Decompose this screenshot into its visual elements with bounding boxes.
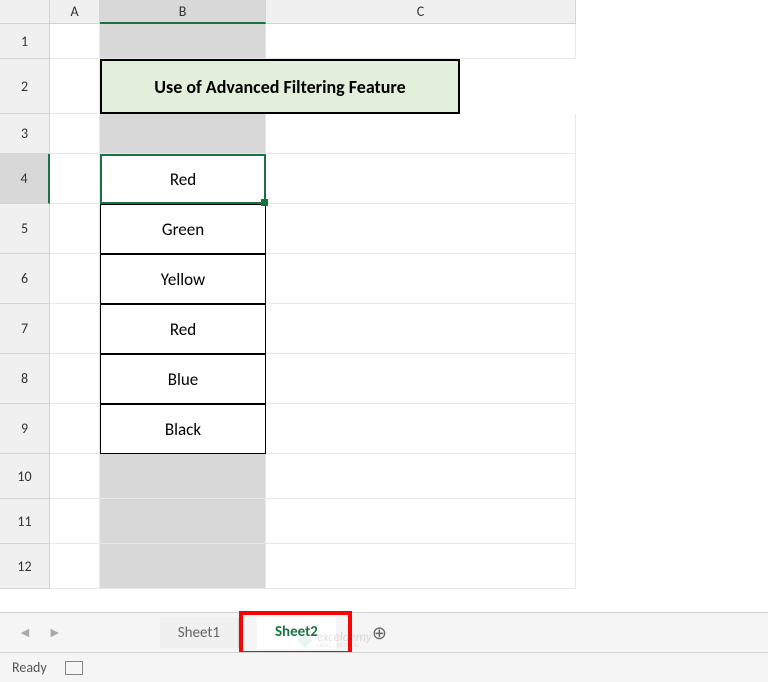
grid: Use of Advanced Filtering Feature Red Gr… <box>50 24 576 589</box>
sheet-tab-1[interactable]: Sheet1 <box>160 618 239 648</box>
cell-a7[interactable] <box>50 304 100 354</box>
row-header-8[interactable]: 8 <box>0 354 50 404</box>
cell-a8[interactable] <box>50 354 100 404</box>
cell-c10[interactable] <box>266 454 576 499</box>
cell-a9[interactable] <box>50 404 100 454</box>
fill-handle[interactable] <box>261 199 268 206</box>
column-headers: A B C <box>50 0 576 24</box>
cell-b9[interactable]: Black <box>100 404 266 454</box>
row-header-10[interactable]: 10 <box>0 454 50 499</box>
status-ready: Ready <box>12 659 47 676</box>
row-header-5[interactable]: 5 <box>0 204 50 254</box>
cell-b11[interactable] <box>100 499 266 544</box>
col-header-b[interactable]: B <box>100 0 266 24</box>
cell-value: Red <box>170 169 196 190</box>
cell-b12[interactable] <box>100 544 266 589</box>
watermark-logo: exceldemy EXCEL · DATA · BI <box>295 628 425 652</box>
row-headers: 1 2 3 4 5 6 7 8 9 10 11 12 <box>0 24 50 589</box>
title-cell[interactable]: Use of Advanced Filtering Feature <box>100 59 460 114</box>
cell-c8[interactable] <box>266 354 576 404</box>
cell-c5[interactable] <box>266 204 576 254</box>
col-header-a[interactable]: A <box>50 0 100 24</box>
watermark-sub: EXCEL · DATA · BI <box>317 644 372 649</box>
cell-b6[interactable]: Yellow <box>100 254 266 304</box>
row-header-9[interactable]: 9 <box>0 404 50 454</box>
tab-nav-next-icon[interactable]: ► <box>40 624 70 641</box>
cell-a3[interactable] <box>50 114 100 154</box>
cell-b4-selected[interactable]: Red <box>100 154 266 204</box>
tab-nav-prev-icon[interactable]: ◄ <box>10 624 40 641</box>
cell-c9[interactable] <box>266 404 576 454</box>
cell-b7[interactable]: Red <box>100 304 266 354</box>
cell-a5[interactable] <box>50 204 100 254</box>
row-header-1[interactable]: 1 <box>0 24 50 59</box>
cell-c6[interactable] <box>266 254 576 304</box>
status-bar: Ready <box>0 652 768 682</box>
cell-c12[interactable] <box>266 544 576 589</box>
cell-c4[interactable] <box>266 154 576 204</box>
cell-a4[interactable] <box>50 154 100 204</box>
watermark-icon <box>295 630 315 650</box>
row-header-12[interactable]: 12 <box>0 544 50 589</box>
cell-c7[interactable] <box>266 304 576 354</box>
cell-a10[interactable] <box>50 454 100 499</box>
col-header-c[interactable]: C <box>266 0 576 24</box>
cell-a1[interactable] <box>50 24 100 59</box>
row-header-3[interactable]: 3 <box>0 114 50 154</box>
cell-a11[interactable] <box>50 499 100 544</box>
spreadsheet: A B C 1 2 3 4 5 6 7 8 9 10 11 12 Use of … <box>0 0 768 610</box>
row-header-6[interactable]: 6 <box>0 254 50 304</box>
row-header-7[interactable]: 7 <box>0 304 50 354</box>
cell-b8[interactable]: Blue <box>100 354 266 404</box>
cell-a6[interactable] <box>50 254 100 304</box>
macro-record-icon[interactable] <box>65 661 83 675</box>
cell-c11[interactable] <box>266 499 576 544</box>
row-header-11[interactable]: 11 <box>0 499 50 544</box>
row-header-4[interactable]: 4 <box>0 154 50 204</box>
cell-c3[interactable] <box>266 114 576 154</box>
cell-b10[interactable] <box>100 454 266 499</box>
cell-c1[interactable] <box>266 24 576 59</box>
cell-b3[interactable] <box>100 114 266 154</box>
cell-a12[interactable] <box>50 544 100 589</box>
row-header-2[interactable]: 2 <box>0 59 50 114</box>
select-all-corner[interactable] <box>0 0 50 24</box>
cell-b1[interactable] <box>100 24 266 59</box>
cell-b5[interactable]: Green <box>100 204 266 254</box>
cell-a2[interactable] <box>50 59 100 114</box>
